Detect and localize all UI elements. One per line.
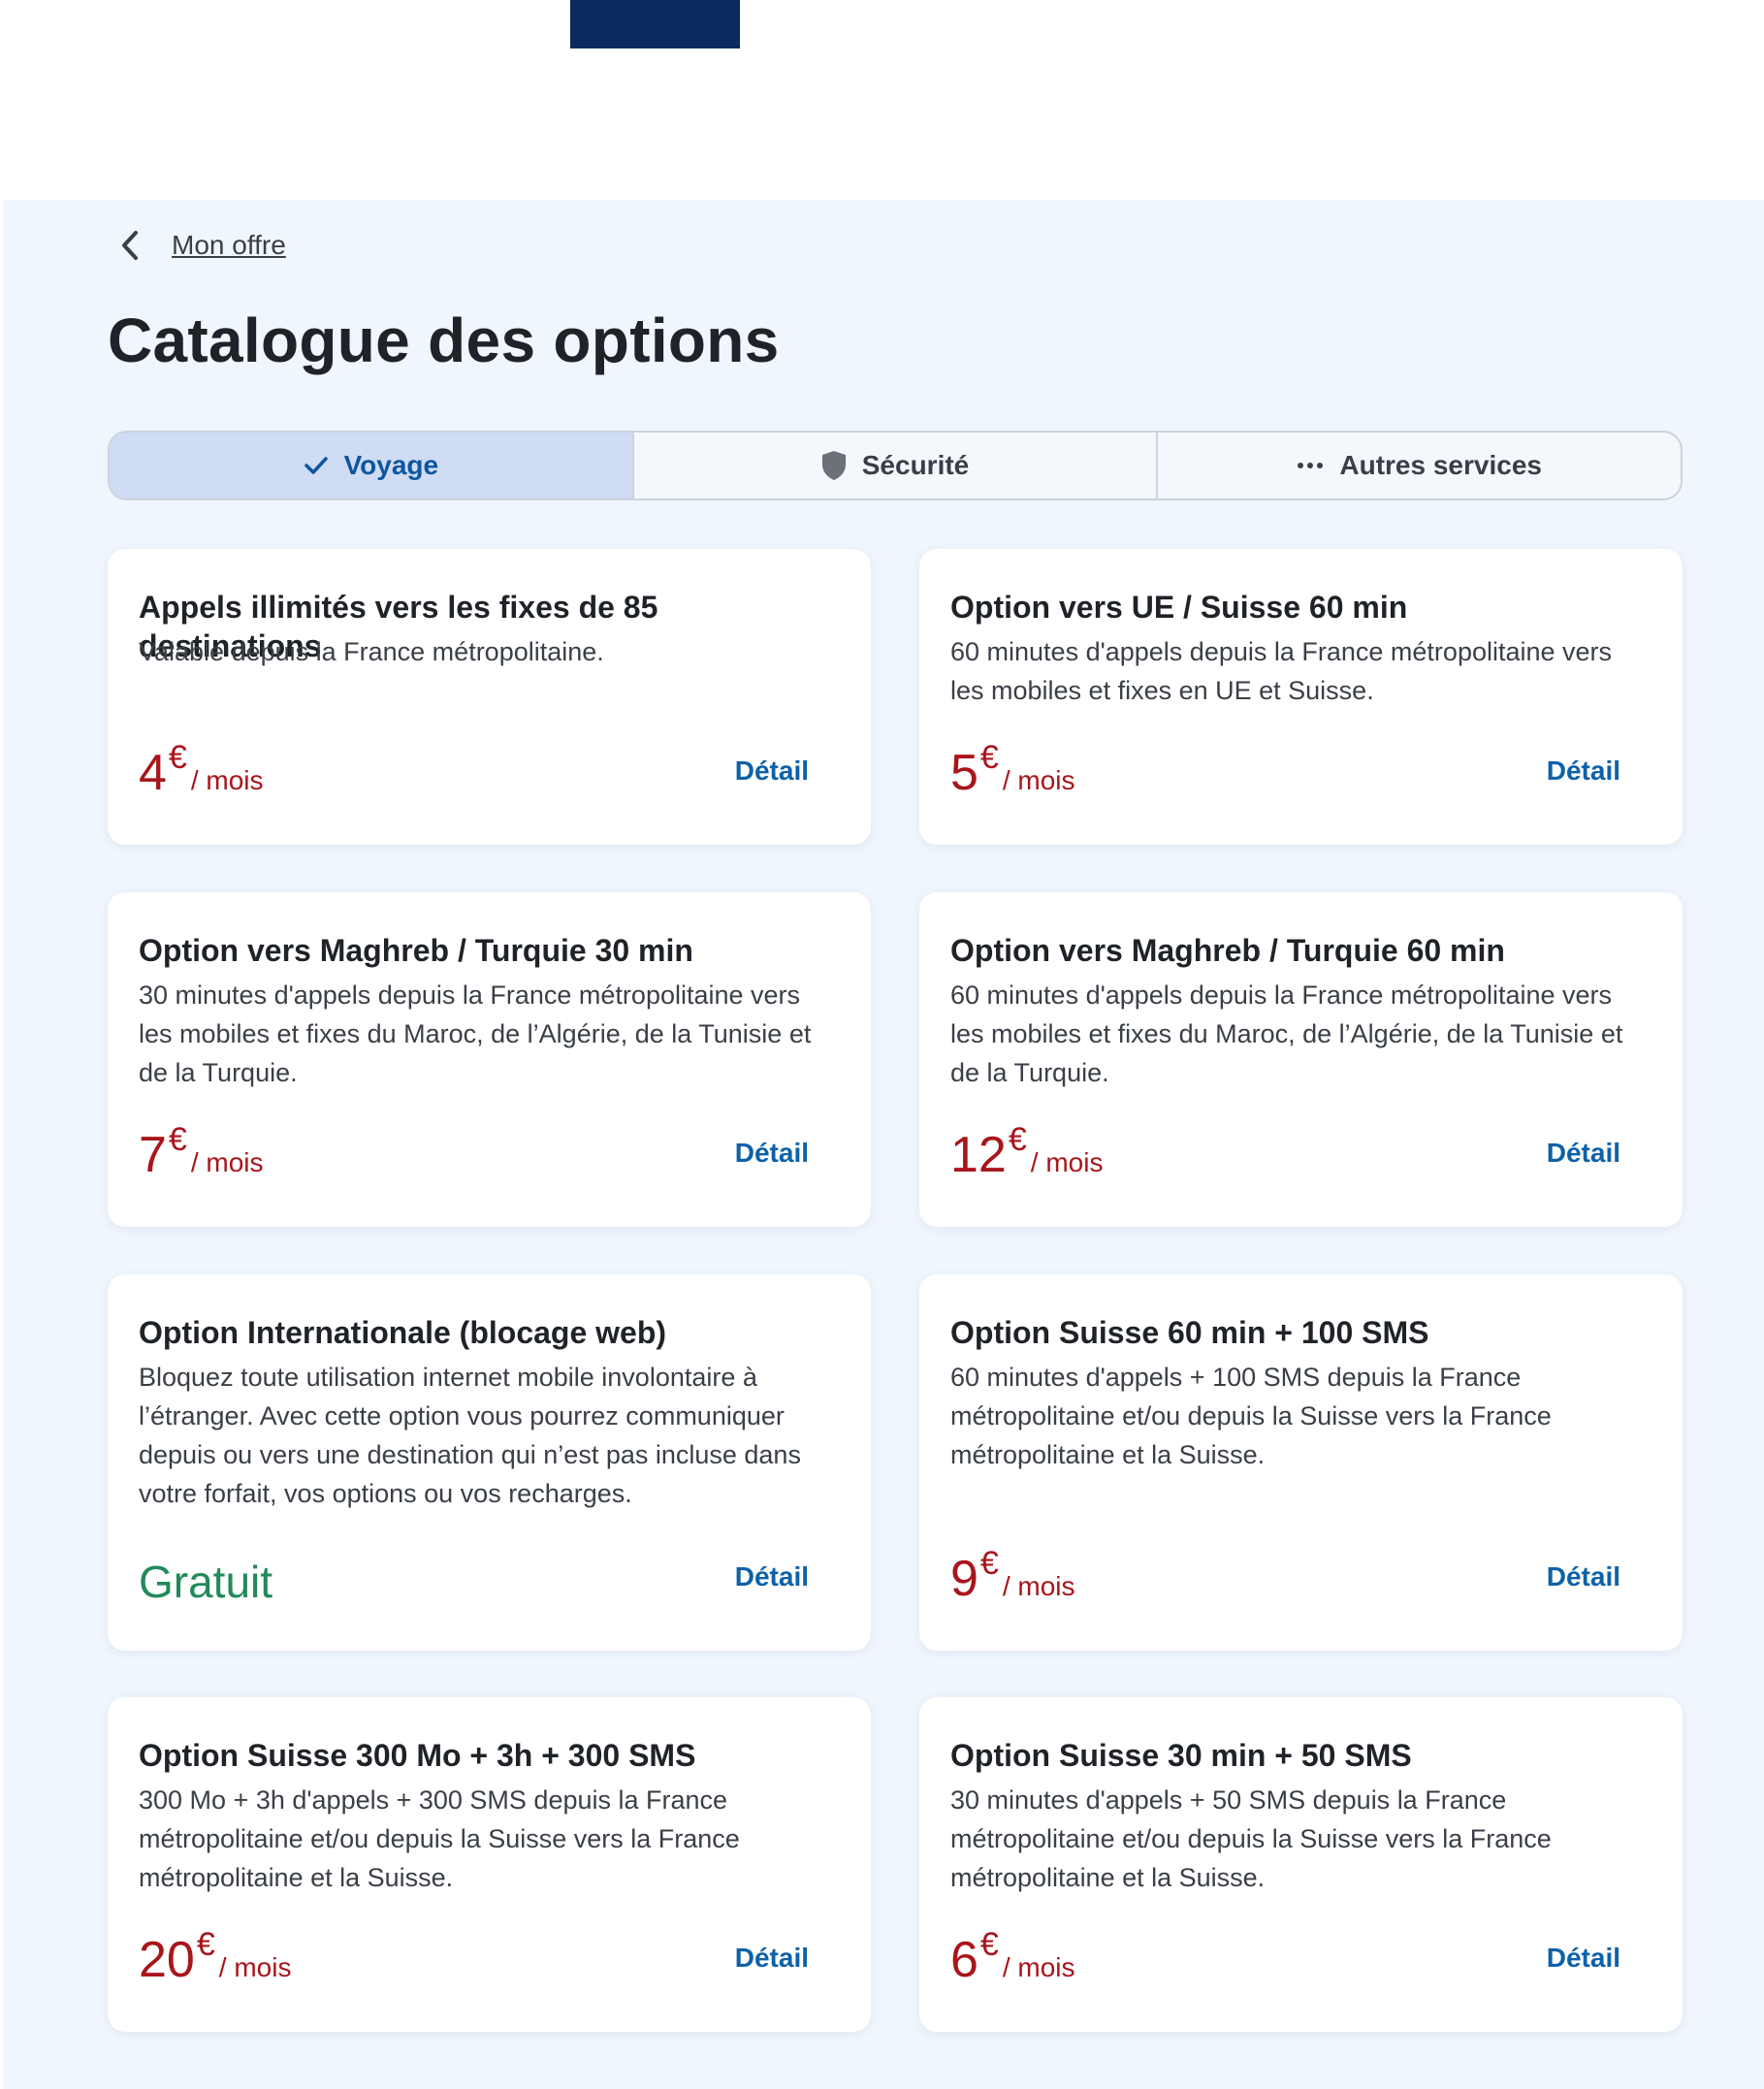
price-period: / mois <box>1002 1952 1075 1982</box>
price-amount: 6 <box>950 1932 978 1988</box>
card-description: 60 minutes d'appels + 100 SMS depuis la … <box>950 1363 1552 1469</box>
tab-autres-services[interactable]: Autres services <box>1158 433 1681 498</box>
page-title: Catalogue des options <box>108 305 780 375</box>
option-card-internationale-blocage: Option Internationale (blocage web) Bloq… <box>108 1274 871 1651</box>
option-card-ue-suisse-60: Option vers UE / Suisse 60 min 60 minute… <box>919 549 1683 845</box>
tab-label: Sécurité <box>861 450 970 480</box>
detail-link[interactable]: Détail <box>735 1943 809 1974</box>
price-currency: € <box>979 1545 999 1582</box>
detail-link[interactable]: Détail <box>735 1138 809 1169</box>
option-card-appels-illimites: Appels illimités vers les fixes de 85 de… <box>108 549 871 845</box>
price-period: / mois <box>190 1147 264 1177</box>
option-card-maghreb-60: Option vers Maghreb / Turquie 60 min 60 … <box>919 892 1683 1227</box>
price-currency: € <box>168 1121 187 1158</box>
card-description: 30 minutes d'appels depuis la France mét… <box>139 980 812 1087</box>
price-period: / mois <box>190 765 264 795</box>
card-title: Option Suisse 60 min + 100 SMS <box>950 1315 1429 1350</box>
option-card-suisse-30-50sms: Option Suisse 30 min + 50 SMS 30 minutes… <box>919 1697 1683 2032</box>
shield-icon <box>821 450 847 481</box>
price-amount: 12 <box>950 1127 1007 1183</box>
detail-link[interactable]: Détail <box>1547 755 1620 787</box>
card-description: 60 minutes d'appels depuis la France mét… <box>950 637 1613 705</box>
price-currency: € <box>979 1926 999 1963</box>
option-card-suisse-300mo: Option Suisse 300 Mo + 3h + 300 SMS 300 … <box>108 1697 871 2032</box>
card-description: 30 minutes d'appels + 50 SMS depuis la F… <box>950 1785 1552 1892</box>
card-description: 60 minutes d'appels depuis la France mét… <box>950 980 1623 1087</box>
breadcrumb-label[interactable]: Mon offre <box>172 230 286 261</box>
price-amount: 5 <box>950 745 978 801</box>
detail-link[interactable]: Détail <box>735 755 809 787</box>
price-currency: € <box>1008 1121 1027 1158</box>
brand-logo-block[interactable] <box>570 0 740 48</box>
tab-voyage[interactable]: Voyage <box>110 433 634 498</box>
price-currency: € <box>196 1926 215 1963</box>
price-amount: 9 <box>950 1551 978 1607</box>
card-description: 300 Mo + 3h d'appels + 300 SMS depuis la… <box>139 1785 740 1892</box>
card-title: Option vers Maghreb / Turquie 60 min <box>950 933 1505 968</box>
price-amount: 4 <box>139 745 167 801</box>
price: 7 € / mois <box>139 1121 264 1183</box>
breadcrumb-back-link[interactable]: Mon offre <box>119 229 286 262</box>
main-content: Mon offre Catalogue des options Voyage S… <box>3 200 1764 2089</box>
price-amount: 7 <box>139 1127 167 1183</box>
price-period: / mois <box>218 1952 292 1982</box>
price: 4 € / mois <box>139 739 264 801</box>
category-tabs: Voyage Sécurité Autres services <box>108 431 1683 500</box>
price-free: Gratuit <box>139 1559 273 1604</box>
tab-label: Voyage <box>343 450 439 480</box>
price: 9 € / mois <box>950 1545 1075 1607</box>
option-card-maghreb-30: Option vers Maghreb / Turquie 30 min 30 … <box>108 892 871 1227</box>
card-description: Valable depuis la France métropolitaine. <box>139 637 604 666</box>
tab-label: Autres services <box>1339 450 1542 480</box>
price-currency: € <box>979 739 999 776</box>
detail-link[interactable]: Détail <box>1547 1943 1620 1974</box>
card-title: Option Internationale (blocage web) <box>139 1315 667 1350</box>
detail-link[interactable]: Détail <box>1547 1561 1620 1592</box>
option-card-suisse-60-100sms: Option Suisse 60 min + 100 SMS 60 minute… <box>919 1274 1683 1651</box>
top-header <box>0 0 1764 200</box>
card-description: Bloquez toute utilisation internet mobil… <box>139 1363 801 1508</box>
tab-securite[interactable]: Sécurité <box>634 433 1159 498</box>
price: 20 € / mois <box>139 1926 292 1988</box>
more-dots-icon <box>1297 462 1324 469</box>
card-title: Option Suisse 30 min + 50 SMS <box>950 1738 1412 1773</box>
price: 6 € / mois <box>950 1926 1075 1988</box>
detail-link[interactable]: Détail <box>735 1561 809 1592</box>
price: 12 € / mois <box>950 1121 1104 1183</box>
detail-link[interactable]: Détail <box>1547 1138 1620 1169</box>
price-period: / mois <box>1030 1147 1104 1177</box>
card-title: Option Suisse 300 Mo + 3h + 300 SMS <box>139 1738 696 1773</box>
price: 5 € / mois <box>950 739 1075 801</box>
card-title: Option vers Maghreb / Turquie 30 min <box>139 933 693 968</box>
price-currency: € <box>168 739 187 776</box>
chevron-left-icon <box>119 229 148 262</box>
check-icon <box>304 455 329 476</box>
price-period: / mois <box>1002 765 1075 795</box>
card-title: Option vers UE / Suisse 60 min <box>950 590 1408 625</box>
price-amount: 20 <box>139 1932 195 1988</box>
price-period: / mois <box>1002 1571 1075 1601</box>
price-free-label: Gratuit <box>139 1557 273 1607</box>
